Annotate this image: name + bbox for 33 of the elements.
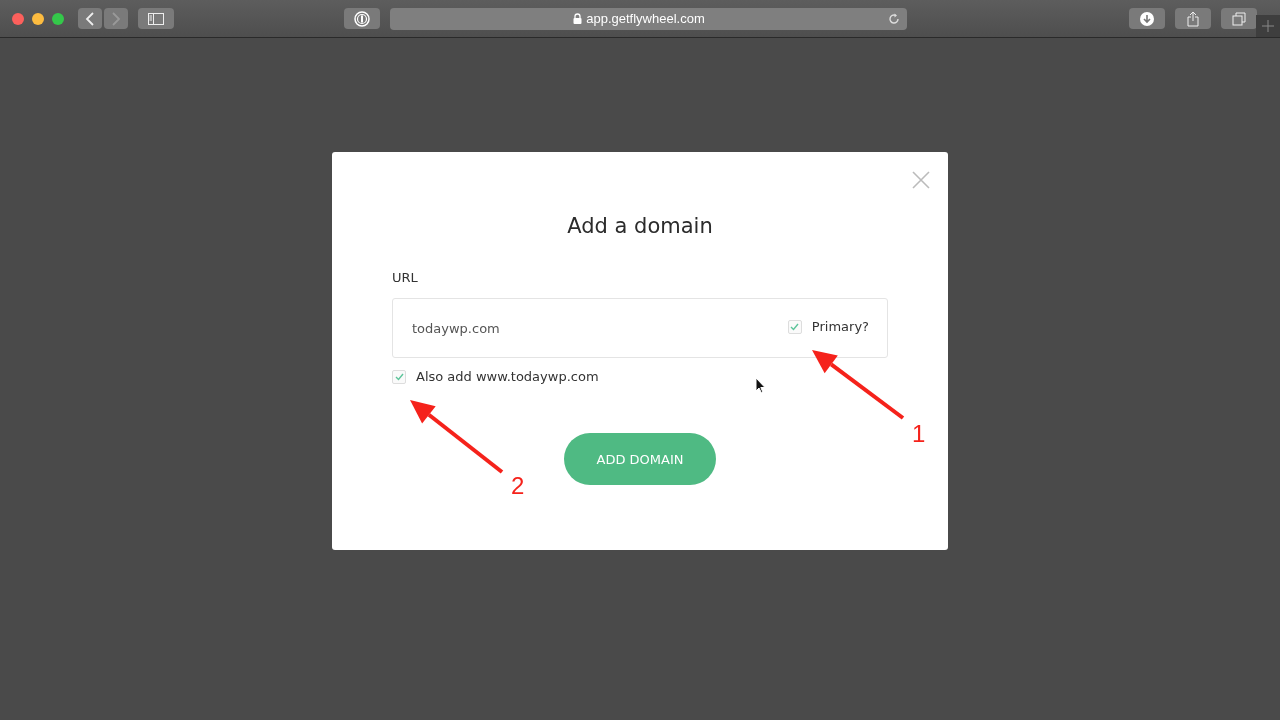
share-button[interactable] — [1175, 8, 1211, 29]
zoom-window-button[interactable] — [52, 12, 64, 25]
annotation-number: 2 — [511, 472, 525, 500]
chevron-right-icon — [111, 11, 121, 26]
sidebar-button[interactable] — [138, 8, 174, 29]
annotation-number: 1 — [912, 420, 926, 448]
plus-icon — [1262, 20, 1274, 32]
close-icon[interactable] — [912, 171, 930, 189]
field-label: URL — [392, 270, 419, 285]
checkbox-label: Primary? — [811, 319, 869, 334]
chevron-left-icon — [85, 11, 95, 26]
new-tab-button[interactable] — [1256, 15, 1280, 37]
lock-icon — [573, 13, 583, 24]
checkbox[interactable] — [392, 369, 406, 384]
reload-icon[interactable] — [888, 12, 900, 25]
keyhole-icon — [354, 10, 370, 27]
download-icon — [1140, 11, 1154, 26]
forward-button[interactable] — [104, 8, 128, 29]
share-icon — [1187, 10, 1199, 27]
address-bar[interactable]: app.getflywheel.com — [390, 7, 907, 30]
address-text: app.getflywheel.com — [586, 11, 705, 26]
checkbox-label: Also add www.todaywp.com — [416, 369, 599, 384]
dialog-title: Add a domain — [566, 214, 714, 238]
close-window-button[interactable] — [12, 12, 24, 25]
tabs-icon — [1232, 11, 1246, 26]
tabs-overview-button[interactable] — [1221, 8, 1257, 29]
sidebar-icon — [148, 12, 164, 25]
mouse-pointer-icon — [755, 377, 766, 394]
download-button[interactable] — [1129, 8, 1165, 29]
add-domain-button[interactable]: ADD DOMAIN — [564, 433, 716, 485]
back-button[interactable] — [78, 8, 102, 29]
password-manager-button[interactable] — [344, 8, 380, 29]
minimize-window-button[interactable] — [32, 12, 44, 25]
